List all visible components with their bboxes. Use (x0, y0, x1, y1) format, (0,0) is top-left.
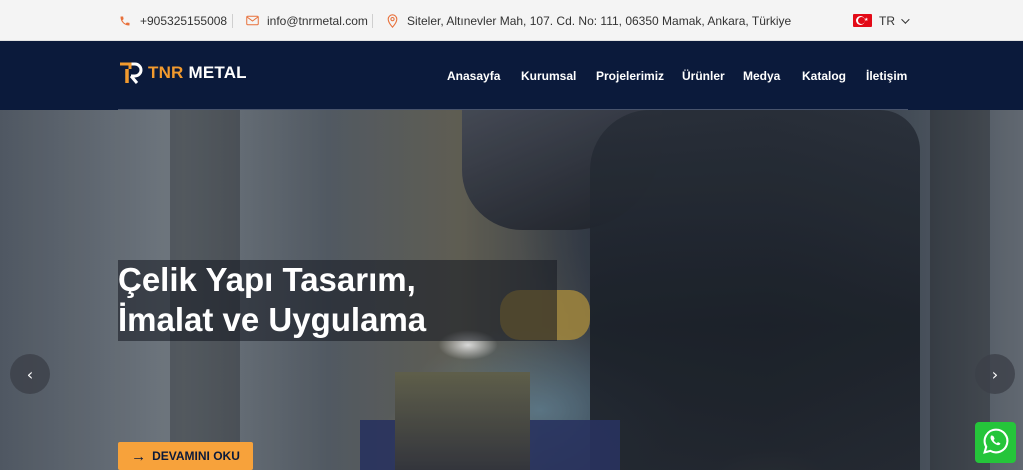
whatsapp-button[interactable] (975, 422, 1016, 463)
map-pin-icon (385, 13, 399, 28)
divider (232, 14, 233, 28)
logo-text-metal: METAL (188, 63, 247, 82)
nav-item-medya[interactable]: Medya (743, 69, 780, 83)
slider-prev-button[interactable]: ‹ (10, 354, 50, 394)
main-header: TNR METAL Anasayfa Kurumsal Projelerimiz… (0, 41, 1023, 110)
nav-item-urunler[interactable]: Ürünler (682, 69, 725, 83)
whatsapp-icon (982, 427, 1010, 458)
logo-text-tnr: TNR (148, 63, 184, 82)
arrow-right-icon: → (131, 447, 147, 465)
phone-icon (118, 14, 132, 28)
hero-headline: Çelik Yapı Tasarım, İmalat ve Uygulama (118, 260, 426, 340)
language-code: TR (879, 13, 895, 28)
phone-number: +905325155008 (140, 13, 228, 28)
nav-item-projelerimiz[interactable]: Projelerimiz (596, 69, 664, 83)
nav-item-kurumsal[interactable]: Kurumsal (521, 69, 576, 83)
hero-slider: Çelik Yapı Tasarım, İmalat ve Uygulama →… (0, 110, 1023, 470)
nav-item-katalog[interactable]: Katalog (802, 69, 846, 83)
site-logo[interactable]: TNR METAL (118, 60, 247, 86)
chevron-down-icon (901, 14, 910, 24)
email-link[interactable]: info@tnrmetal.com (245, 0, 368, 41)
language-selector[interactable]: ★ TR (853, 0, 910, 41)
turkey-flag-icon: ★ (853, 14, 872, 27)
email-address: info@tnrmetal.com (267, 13, 368, 28)
nav-item-iletisim[interactable]: İletişim (866, 69, 907, 83)
chevron-right-icon: › (991, 364, 999, 384)
phone-link[interactable]: +905325155008 (118, 0, 227, 41)
read-more-button[interactable]: → DEVAMINI OKU (118, 442, 253, 470)
logo-mark-icon (118, 61, 144, 85)
divider (372, 14, 373, 28)
hero-headline-line-2: İmalat ve Uygulama (118, 301, 427, 338)
envelope-icon (245, 14, 259, 28)
top-info-bar: +905325155008 info@tnrmetal.com Siteler,… (0, 0, 1023, 41)
nav-item-anasayfa[interactable]: Anasayfa (447, 69, 500, 83)
address-link[interactable]: Siteler, Altınevler Mah, 107. Cd. No: 11… (385, 0, 791, 41)
hero-headline-line-1: Çelik Yapı Tasarım, (118, 261, 416, 298)
slider-next-button[interactable]: › (975, 354, 1015, 394)
chevron-left-icon: ‹ (26, 364, 34, 384)
address-text: Siteler, Altınevler Mah, 107. Cd. No: 11… (407, 13, 792, 28)
read-more-label: DEVAMINI OKU (152, 449, 240, 463)
logo-text: TNR METAL (148, 63, 247, 83)
